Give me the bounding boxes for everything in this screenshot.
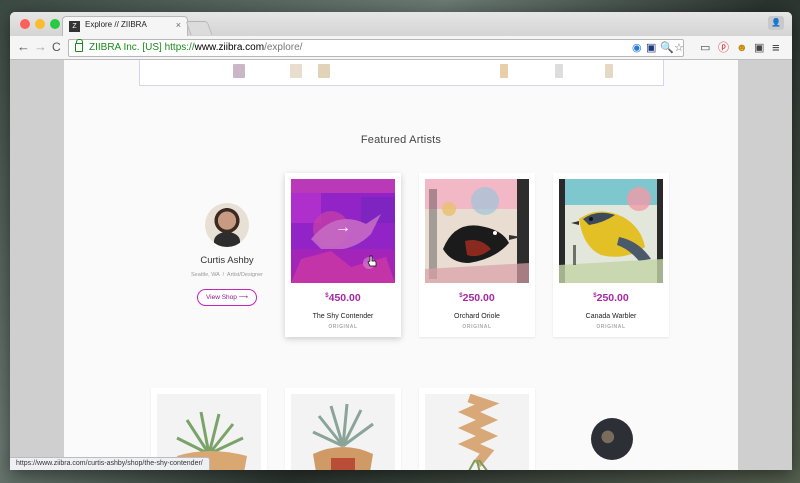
- view-shop-button[interactable]: View Shop ⟶: [197, 289, 257, 306]
- artist-avatar[interactable]: [205, 203, 249, 247]
- page-viewport: Featured Artists Curtis Ashby Seattle, W…: [10, 60, 792, 470]
- product-tag: ORIGINAL: [596, 324, 626, 330]
- lock-icon: [75, 39, 83, 52]
- reload-button[interactable]: C: [52, 40, 61, 54]
- product-card[interactable]: → $450.00 The Shy Contender ORIGINAL: [285, 173, 401, 337]
- strip-thumb[interactable]: [318, 64, 330, 78]
- url-path: /explore/: [264, 42, 303, 53]
- artist-name[interactable]: Curtis Ashby: [162, 255, 292, 266]
- zoom-icon[interactable]: 🔍: [660, 42, 674, 54]
- artist-profile: Curtis Ashby Seattle, WA / Artist/Design…: [162, 203, 292, 306]
- address-bar[interactable]: ZIIBRA Inc. [US] https://www.ziibra.com/…: [68, 39, 684, 57]
- product-price: $450.00: [285, 292, 401, 304]
- browser-window: Z Explore // ZIIBRA × 👤 ← → C ZIIBRA Inc…: [10, 12, 792, 470]
- strip-thumb[interactable]: [500, 64, 508, 78]
- product-tag: ORIGINAL: [328, 324, 358, 330]
- ev-certificate-label[interactable]: ZIIBRA Inc. [US]: [89, 42, 162, 53]
- new-tab-button[interactable]: [185, 21, 213, 35]
- artwork-wood-spiral: [425, 394, 529, 470]
- artwork-orchard-oriole: [425, 179, 529, 283]
- screen-cast-icon[interactable]: ▣: [754, 42, 764, 54]
- product-card[interactable]: $250.00 Canada Warbler ORIGINAL: [553, 173, 669, 337]
- price-value: 250.00: [462, 292, 495, 304]
- section-title: Featured Artists: [360, 134, 442, 146]
- product-card[interactable]: $250.00 Orchard Oriole ORIGINAL: [419, 173, 535, 337]
- strip-thumb[interactable]: [605, 64, 613, 78]
- extension-icon-1[interactable]: ◉: [632, 42, 642, 54]
- meta-divider: /: [222, 272, 225, 278]
- profile-icon[interactable]: 👤: [768, 16, 784, 30]
- zoom-window-button[interactable]: [50, 19, 60, 29]
- url-host: www.ziibra.com: [194, 42, 265, 53]
- bookmark-star-icon[interactable]: ☆: [674, 42, 684, 54]
- artist-location: Seattle, WA: [191, 272, 220, 278]
- tab-bar: Z Explore // ZIIBRA × 👤: [10, 12, 792, 36]
- product-strip: [139, 60, 664, 86]
- back-button[interactable]: ←: [17, 40, 30, 54]
- extension-icon-2[interactable]: ▣: [646, 42, 656, 54]
- browser-toolbar: ← → C ZIIBRA Inc. [US] https://www.ziibr…: [10, 36, 792, 60]
- product-price: $250.00: [553, 292, 669, 304]
- minimize-window-button[interactable]: [35, 19, 45, 29]
- close-window-button[interactable]: [20, 19, 30, 29]
- artist-meta: Seattle, WA / Artist/Designer: [162, 272, 292, 278]
- product-image[interactable]: →: [291, 179, 395, 283]
- product-title[interactable]: Canada Warbler: [553, 313, 669, 320]
- product-title[interactable]: Orchard Oriole: [419, 313, 535, 320]
- view-shop-label: View Shop: [205, 294, 237, 301]
- price-value: 450.00: [328, 292, 361, 304]
- product-image[interactable]: [425, 179, 529, 283]
- cast-icon[interactable]: ▭: [700, 42, 710, 54]
- tab-explore[interactable]: Z Explore // ZIIBRA ×: [62, 16, 188, 36]
- artwork-canada-warbler: [559, 179, 663, 283]
- product-image[interactable]: [425, 394, 529, 470]
- product-title[interactable]: The Shy Contender: [285, 313, 401, 320]
- arrow-right-icon: ⟶: [238, 294, 249, 301]
- product-image[interactable]: [559, 179, 663, 283]
- menu-icon[interactable]: ≡: [772, 41, 780, 54]
- strip-thumb[interactable]: [233, 64, 245, 78]
- product-tag: ORIGINAL: [462, 324, 492, 330]
- artist-avatar[interactable]: [591, 418, 633, 460]
- ziibra-favicon-icon: Z: [69, 21, 80, 32]
- status-bar: https://www.ziibra.com/curtis-ashby/shop…: [10, 457, 210, 470]
- strip-thumb[interactable]: [290, 64, 302, 78]
- view-product-arrow-icon: →: [335, 219, 351, 236]
- artwork-air-plant-2: [291, 394, 395, 470]
- price-value: 250.00: [596, 292, 629, 304]
- strip-thumb[interactable]: [555, 64, 563, 78]
- tab-title: Explore // ZIIBRA: [85, 20, 147, 29]
- hand-cursor-icon: [367, 255, 377, 267]
- product-card[interactable]: [419, 388, 535, 470]
- product-image[interactable]: [291, 394, 395, 470]
- tab-close-icon[interactable]: ×: [176, 20, 181, 30]
- page-content: Featured Artists Curtis Ashby Seattle, W…: [64, 60, 738, 470]
- product-price: $250.00: [419, 292, 535, 304]
- pinterest-icon[interactable]: ⓟ: [718, 42, 729, 54]
- artist-role: Artist/Designer: [226, 272, 263, 278]
- product-card[interactable]: [285, 388, 401, 470]
- forward-button[interactable]: →: [34, 40, 47, 54]
- url-scheme: https://: [164, 42, 195, 53]
- extension-face-icon[interactable]: ☻: [736, 42, 748, 54]
